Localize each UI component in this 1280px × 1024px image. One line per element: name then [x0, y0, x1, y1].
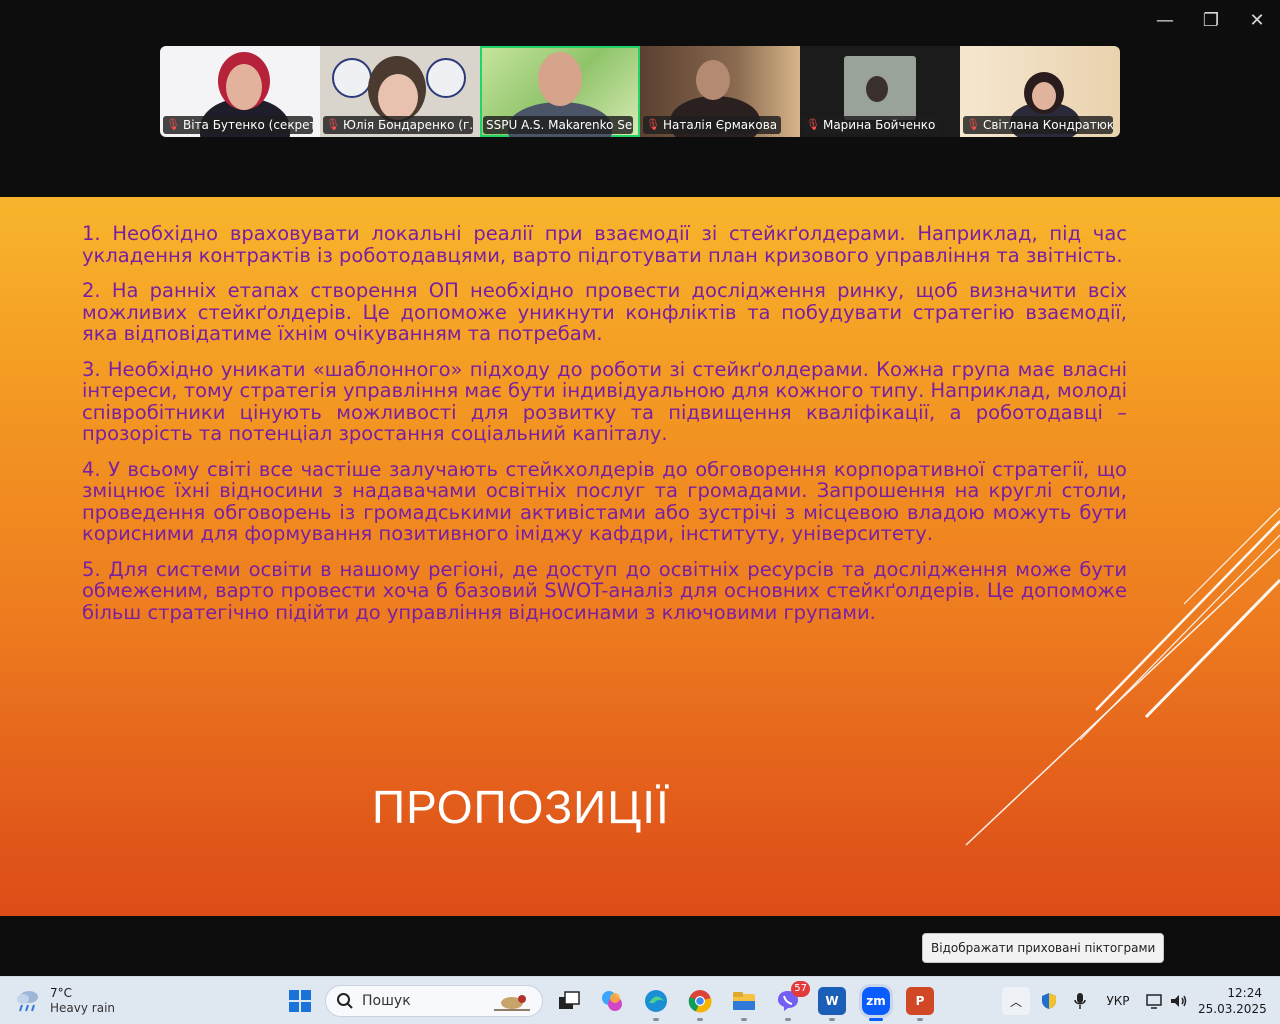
clock[interactable]: 12:24 25.03.2025: [1198, 985, 1267, 1017]
running-indicator: [869, 1018, 883, 1021]
security-tray-button[interactable]: [1038, 987, 1060, 1015]
participant-name: 🎙 Світлана Кондратюк: [963, 116, 1113, 134]
weather-widget[interactable]: 7°C Heavy rain: [14, 985, 115, 1015]
participant-tile[interactable]: 🎙 Світлана Кондратюк: [960, 46, 1120, 137]
participant-face: [226, 64, 262, 110]
bird-icon: [494, 995, 530, 1011]
logo-right: [426, 58, 466, 98]
participant-name: 🎙 Наталія Єрмакова: [643, 116, 782, 134]
volume-icon: [1171, 995, 1187, 1007]
microphone-tray-button[interactable]: [1070, 987, 1090, 1015]
word-button[interactable]: W: [818, 987, 846, 1021]
mic-muted-icon: 🎙: [806, 118, 820, 131]
powerpoint-button[interactable]: P: [906, 987, 934, 1021]
search-icon: [337, 993, 353, 1009]
mic-muted-icon: 🎙: [646, 118, 660, 131]
copilot-button[interactable]: [598, 987, 626, 1015]
running-indicator: [741, 1018, 747, 1021]
rain-cloud-icon: [14, 986, 42, 1014]
network-tray-button[interactable]: [1144, 987, 1166, 1015]
participant-name: 🎙 Юлія Бондаренко (г...: [323, 116, 473, 134]
clock-time: 12:24: [1227, 986, 1262, 1000]
running-indicator: [785, 1018, 791, 1021]
mic-muted-icon: 🎙: [966, 118, 980, 131]
running-indicator: [829, 1018, 835, 1021]
running-indicator: [917, 1018, 923, 1021]
windows-icon: [289, 990, 311, 1012]
mic-muted-icon: 🎙: [326, 118, 340, 131]
proposal-paragraph: 3. Необхідно уникати «шаблонного» підход…: [82, 357, 1127, 445]
chrome-icon: [688, 990, 712, 1013]
weather-temp: 7°C: [50, 986, 73, 1000]
slide-body-text: 1. Необхідно враховувати локальні реалії…: [82, 223, 1127, 637]
folder-icon: [733, 992, 755, 1010]
zoom-button[interactable]: zm: [859, 984, 893, 1021]
chrome-button[interactable]: [686, 987, 714, 1021]
network-icon: [1146, 994, 1162, 1009]
mic-muted-icon: 🎙: [166, 118, 180, 131]
viber-button[interactable]: 57: [774, 981, 810, 1021]
edge-button[interactable]: [642, 987, 670, 1021]
task-view-button[interactable]: [555, 987, 583, 1015]
participant-tile[interactable]: 🎙 Наталія Єрмакова: [640, 46, 800, 137]
taskbar-search[interactable]: Пошук: [325, 985, 543, 1017]
notification-badge: 57: [791, 981, 810, 997]
participant-name: SSPU A.S. Makarenko Se...: [483, 116, 633, 134]
logo-left: [332, 58, 372, 98]
copilot-icon: [602, 991, 622, 1011]
participant-face: [1032, 82, 1056, 110]
weather-desc: Heavy rain: [50, 1001, 116, 1015]
hidden-icons-tooltip: Відображати приховані піктограми: [922, 933, 1165, 963]
word-icon: W: [825, 994, 839, 1008]
start-button[interactable]: [286, 987, 314, 1015]
proposal-paragraph: 1. Необхідно враховувати локальні реалії…: [82, 222, 1127, 267]
participant-face: [866, 76, 888, 102]
participant-face: [696, 60, 730, 100]
participant-face: [538, 52, 582, 106]
proposal-paragraph: 5. Для системи освіти в нашому регіоні, …: [82, 557, 1127, 624]
search-placeholder: Пошук: [362, 993, 411, 1009]
shared-slide: 1. Необхідно враховувати локальні реалії…: [0, 197, 1280, 916]
close-button[interactable]: ✕: [1245, 8, 1269, 32]
maximize-button[interactable]: ❐: [1199, 8, 1223, 32]
zoom-meeting-window: — ❐ ✕ 🎙Віта Бутенко (секрета... 🎙Юлія Бо…: [0, 0, 1280, 1024]
participant-name: 🎙Віта Бутенко (секрета...: [163, 116, 313, 134]
participant-tile[interactable]: 🎙Віта Бутенко (секрета...: [160, 46, 320, 137]
edge-icon: [645, 990, 667, 1012]
participant-face: [378, 74, 418, 120]
proposal-paragraph: 4. У всьому світі все частіше залучають …: [82, 457, 1127, 545]
clock-date: 25.03.2025: [1198, 1002, 1267, 1016]
slide-title: ПРОПОЗИЦІЇ: [372, 781, 670, 833]
file-explorer-button[interactable]: [730, 987, 758, 1021]
minimize-button[interactable]: —: [1153, 8, 1177, 32]
show-hidden-icons-button[interactable]: ︿: [1002, 987, 1030, 1015]
participant-name: 🎙 Марина Бойченко: [803, 116, 940, 134]
participant-tile[interactable]: 🎙 Юлія Бондаренко (г...: [320, 46, 480, 137]
shield-icon: [1042, 993, 1056, 1009]
task-view-icon: [559, 991, 580, 1009]
running-indicator: [653, 1018, 659, 1021]
proposal-paragraph: 2. На ранніх етапах створення ОП необхід…: [82, 279, 1127, 345]
running-indicator: [697, 1018, 703, 1021]
participant-tile-active-speaker[interactable]: SSPU A.S. Makarenko Se...: [480, 46, 640, 137]
taskbar: 7°C Heavy rain Пошук 57 W zm P ︿ УКР 12:…: [0, 976, 1280, 1024]
chevron-up-icon: ︿: [1009, 994, 1022, 1009]
zoom-icon: zm: [866, 994, 886, 1008]
microphone-icon: [1074, 993, 1086, 1009]
volume-tray-button[interactable]: [1168, 987, 1190, 1015]
language-indicator[interactable]: УКР: [1102, 987, 1134, 1015]
participant-tile[interactable]: 🎙 Марина Бойченко: [800, 46, 960, 137]
participant-strip: 🎙Віта Бутенко (секрета... 🎙Юлія Бондарен…: [160, 46, 1120, 137]
powerpoint-icon: P: [915, 994, 925, 1008]
